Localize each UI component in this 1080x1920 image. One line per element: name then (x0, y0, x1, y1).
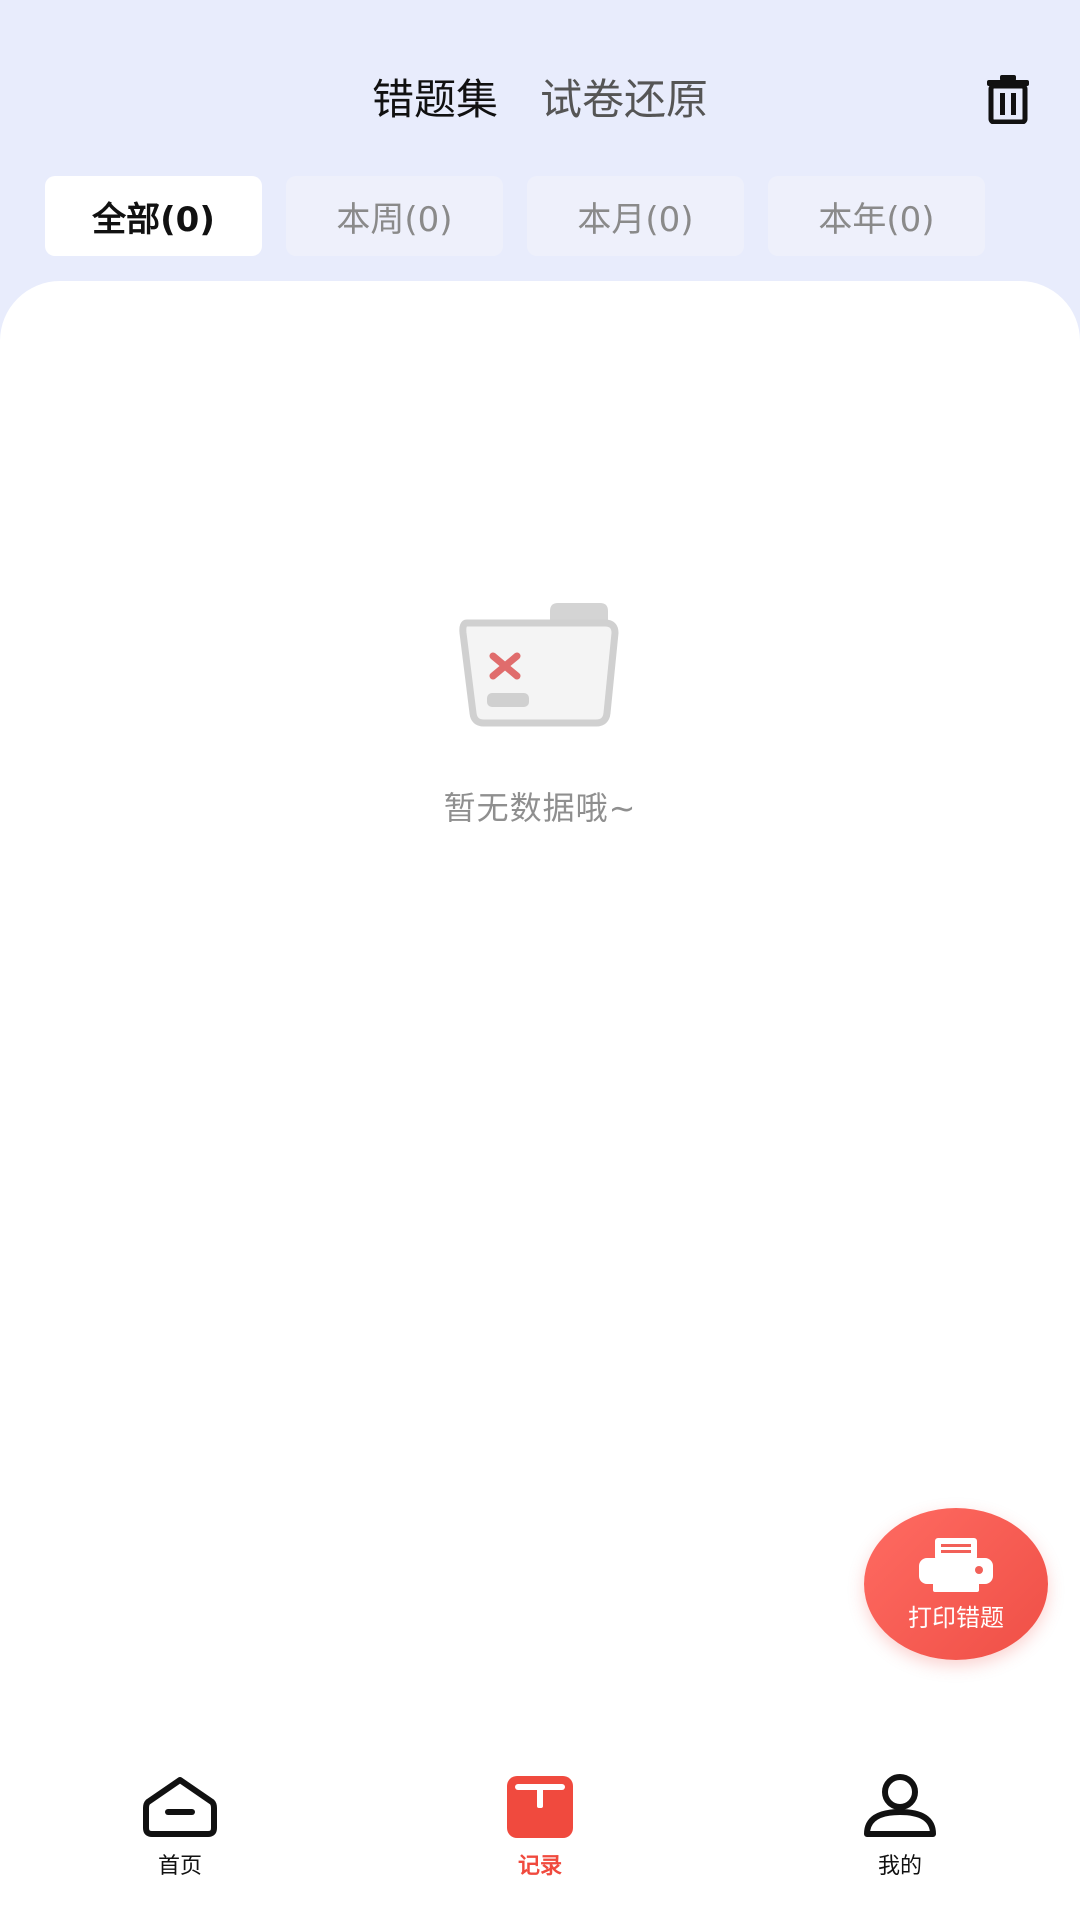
tab-wrong-questions[interactable]: 错题集 (372, 70, 498, 130)
nav-record[interactable]: 记录 (360, 1772, 720, 1920)
trash-icon[interactable] (985, 74, 1031, 125)
home-icon (143, 1777, 217, 1837)
page: 错题集 试卷还原 全部(0) 本周(0) 本月(0) 本年(0) 暂无数据哦~ … (0, 0, 1080, 1920)
empty-state: 暂无数据哦~ (0, 601, 1080, 829)
printer-icon (919, 1537, 993, 1592)
filter-month[interactable]: 本月(0) (527, 176, 744, 256)
empty-message: 暂无数据哦~ (443, 789, 637, 827)
header: 错题集 试卷还原 (0, 0, 1080, 180)
record-icon (507, 1776, 573, 1838)
content-card: 暂无数据哦~ (0, 281, 1080, 1920)
title-tabs: 错题集 试卷还原 (0, 70, 1080, 130)
nav-home[interactable]: 首页 (0, 1772, 360, 1920)
nav-mine-label: 我的 (877, 1854, 922, 1879)
nav-record-label: 记录 (517, 1854, 562, 1879)
nav-home-label: 首页 (157, 1854, 202, 1879)
tab-paper-restore[interactable]: 试卷还原 (540, 70, 708, 130)
bottom-nav: 首页 记录 我的 (0, 1772, 1080, 1920)
print-wrong-questions-button[interactable]: 打印错题 (864, 1508, 1048, 1660)
print-label: 打印错题 (908, 1603, 1004, 1632)
filter-week[interactable]: 本周(0) (286, 176, 503, 256)
filter-all[interactable]: 全部(0) (45, 176, 262, 256)
user-icon (864, 1774, 936, 1837)
filter-year[interactable]: 本年(0) (768, 176, 985, 256)
filter-bar: 全部(0) 本周(0) 本月(0) 本年(0) (45, 176, 985, 256)
empty-folder-icon (459, 603, 619, 727)
nav-mine[interactable]: 我的 (720, 1772, 1080, 1920)
